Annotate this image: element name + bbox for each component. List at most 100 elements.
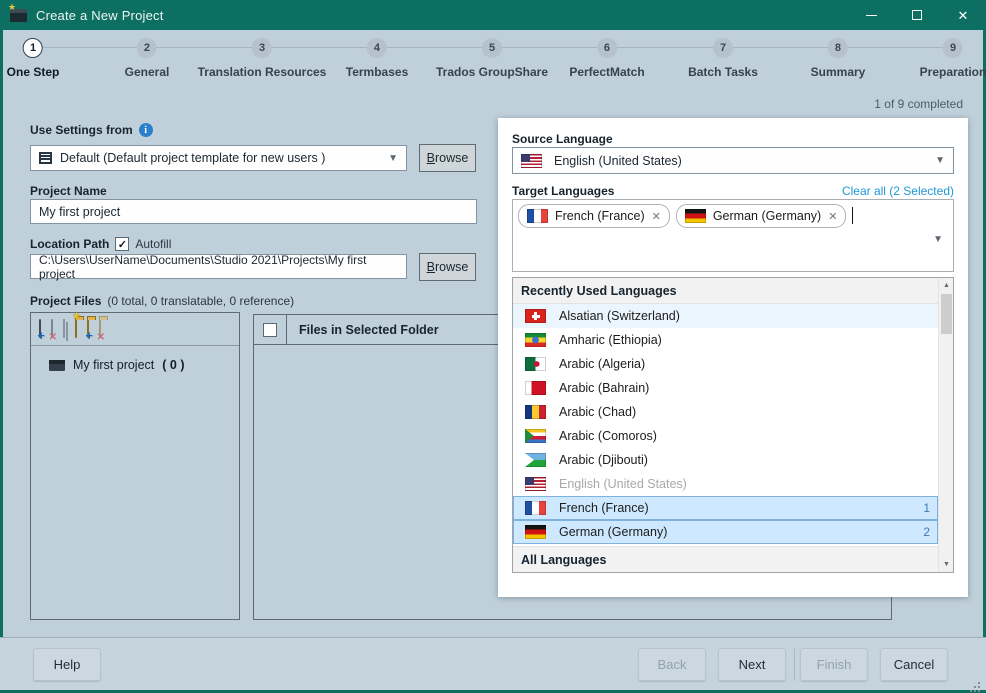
minimize-button[interactable]	[848, 0, 894, 30]
text-cursor	[852, 207, 853, 224]
project-tree-panel: My first project ( 0 )	[30, 312, 240, 620]
remove-tag-icon[interactable]: ✕	[652, 210, 661, 223]
button-divider	[794, 648, 795, 681]
project-files-toolbar	[31, 313, 239, 346]
settings-template-combobox[interactable]: Default (Default project template for ne…	[30, 145, 407, 171]
target-language-tag-french[interactable]: French (France) ✕	[518, 204, 670, 228]
all-languages-header[interactable]: All Languages	[513, 546, 938, 572]
step-one-step[interactable]: 1 One Step	[7, 38, 60, 79]
step-batch-tasks[interactable]: 7 Batch Tasks	[688, 38, 758, 79]
step-label: PerfectMatch	[569, 65, 644, 79]
flag-switzerland-icon	[525, 309, 546, 323]
step-circle: 3	[252, 38, 272, 58]
resize-grip[interactable]	[978, 682, 980, 684]
add-files-icon[interactable]	[39, 320, 41, 338]
language-option-alsatian[interactable]: Alsatian (Switzerland)	[513, 304, 938, 328]
autofill-checkbox[interactable]: ✓	[115, 237, 129, 251]
step-label: Preparation	[920, 65, 986, 79]
step-perfectmatch[interactable]: 6 PerfectMatch	[569, 38, 644, 79]
location-browse-button[interactable]: Browse	[419, 253, 476, 281]
chevron-down-icon: ▼	[388, 153, 398, 164]
maximize-icon	[912, 10, 922, 20]
project-name-input[interactable]: My first project	[30, 199, 477, 224]
source-language-combobox[interactable]: English (United States) ▼	[512, 147, 954, 174]
target-languages-input[interactable]: French (France) ✕ German (Germany) ✕ ▼	[512, 199, 954, 272]
scrollbar-thumb[interactable]	[941, 294, 952, 334]
step-label: Termbases	[346, 65, 408, 79]
window-border	[0, 30, 3, 693]
back-button: Back	[638, 648, 706, 681]
scrollbar[interactable]: ▲ ▼	[938, 278, 953, 572]
help-button[interactable]: Help	[33, 648, 101, 681]
remove-folder-icon[interactable]	[99, 320, 101, 338]
location-path-value: C:\Users\UserName\Documents\Studio 2021\…	[39, 253, 398, 281]
flag-france-icon	[525, 501, 546, 515]
remove-files-icon[interactable]	[51, 320, 53, 338]
window-title: Create a New Project	[36, 8, 164, 23]
recently-used-header: Recently Used Languages	[513, 278, 938, 304]
use-settings-label: Use Settings from i	[30, 123, 153, 137]
select-all-files-checkbox[interactable]	[263, 323, 277, 337]
step-label: General	[125, 65, 170, 79]
flag-comoros-icon	[525, 429, 546, 443]
project-files-counts: (0 total, 0 translatable, 0 reference)	[107, 294, 294, 308]
cancel-button[interactable]: Cancel	[880, 648, 948, 681]
language-option-german-selected[interactable]: German (Germany) 2	[513, 520, 938, 544]
step-preparation[interactable]: 9 Preparation	[920, 38, 986, 79]
remove-tag-icon[interactable]: ✕	[828, 210, 837, 223]
files-header-label: Files in Selected Folder	[287, 315, 439, 344]
step-general[interactable]: 2 General	[125, 38, 170, 79]
step-circle: 5	[482, 38, 502, 58]
step-translation-resources[interactable]: 3 Translation Resources	[198, 38, 327, 79]
clear-all-link[interactable]: Clear all (2 Selected)	[842, 184, 954, 198]
language-option-arabic-bahrain[interactable]: Arabic (Bahrain)	[513, 376, 938, 400]
close-icon: ✕	[958, 9, 969, 22]
step-circle: 7	[713, 38, 733, 58]
project-name-value: My first project	[39, 205, 120, 219]
step-circle: 2	[137, 38, 157, 58]
tree-item-label: My first project	[73, 358, 154, 372]
target-language-tag-german[interactable]: German (Germany) ✕	[676, 204, 847, 228]
add-folder-with-files-icon[interactable]	[75, 320, 77, 338]
project-folder-icon	[49, 360, 65, 371]
language-option-arabic-algeria[interactable]: Arabic (Algeria)	[513, 352, 938, 376]
selection-order-badge: 1	[923, 501, 930, 515]
location-path-label: Location Path ✓ Autofill	[30, 237, 171, 251]
language-option-arabic-comoros[interactable]: Arabic (Comoros)	[513, 424, 938, 448]
project-files-label: Project Files (0 total, 0 translatable, …	[30, 294, 294, 308]
next-button[interactable]: Next	[718, 648, 786, 681]
source-language-value: English (United States)	[554, 154, 682, 168]
scroll-up-icon[interactable]: ▲	[939, 278, 954, 293]
project-name-label: Project Name	[30, 184, 107, 198]
close-button[interactable]: ✕	[940, 0, 986, 30]
copy-files-icon[interactable]	[63, 320, 65, 338]
language-option-arabic-djibouti[interactable]: Arabic (Djibouti)	[513, 448, 938, 472]
step-circle: 6	[597, 38, 617, 58]
info-icon[interactable]: i	[139, 123, 153, 137]
chevron-down-icon[interactable]: ▼	[933, 234, 943, 245]
location-path-input[interactable]: C:\Users\UserName\Documents\Studio 2021\…	[30, 254, 407, 279]
footer-bar: Help Back Next Finish Cancel	[0, 637, 986, 690]
language-selection-panel: Source Language English (United States) …	[498, 118, 968, 597]
flag-bahrain-icon	[525, 381, 546, 395]
project-tree-root[interactable]: My first project ( 0 )	[49, 358, 239, 372]
tree-item-count: ( 0 )	[162, 358, 184, 372]
step-summary[interactable]: 8 Summary	[811, 38, 866, 79]
scroll-down-icon[interactable]: ▼	[939, 557, 954, 572]
maximize-button[interactable]	[894, 0, 940, 30]
titlebar: Create a New Project ✕	[0, 0, 986, 30]
language-option-amharic[interactable]: Amharic (Ethiopia)	[513, 328, 938, 352]
step-trados-groupshare[interactable]: 5 Trados GroupShare	[436, 38, 548, 79]
language-option-arabic-chad[interactable]: Arabic (Chad)	[513, 400, 938, 424]
target-languages-label: Target Languages	[512, 184, 614, 198]
step-termbases[interactable]: 4 Termbases	[346, 38, 408, 79]
new-folder-icon[interactable]	[87, 320, 89, 338]
step-label: Batch Tasks	[688, 65, 758, 79]
create-new-project-dialog: Create a New Project ✕ 1 One Step 2 Gene…	[0, 0, 986, 693]
source-language-label: Source Language	[512, 132, 613, 146]
finish-button: Finish	[800, 648, 868, 681]
settings-template-value: Default (Default project template for ne…	[60, 151, 325, 165]
settings-browse-button[interactable]: Browse	[419, 144, 476, 172]
template-icon	[39, 152, 52, 164]
language-option-french-selected[interactable]: French (France) 1	[513, 496, 938, 520]
